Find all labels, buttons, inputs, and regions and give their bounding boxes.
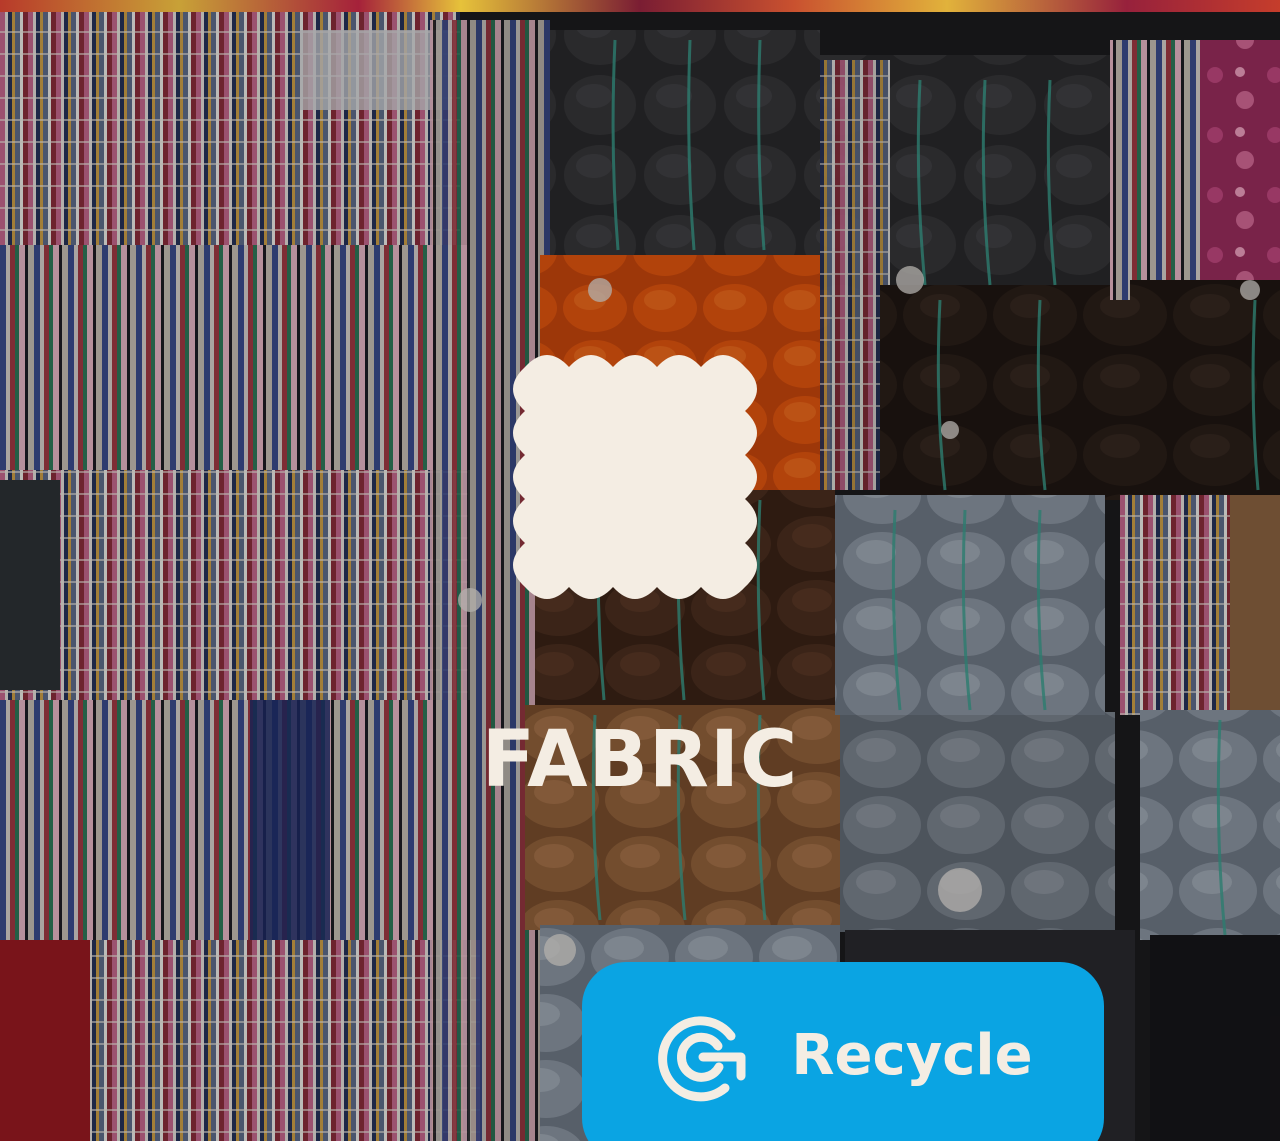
category-title: FABRIC xyxy=(481,715,799,805)
fabric-swatch-icon xyxy=(513,355,757,599)
top-image-strip xyxy=(0,0,1280,12)
screen: FABRIC Recycle xyxy=(0,0,1280,1141)
recycle-button-label: Recycle xyxy=(791,1023,1033,1088)
circular-recycle-icon xyxy=(658,1016,746,1102)
recycle-button[interactable]: Recycle xyxy=(582,962,1104,1141)
recycle-button-content: Recycle xyxy=(653,1006,1033,1106)
